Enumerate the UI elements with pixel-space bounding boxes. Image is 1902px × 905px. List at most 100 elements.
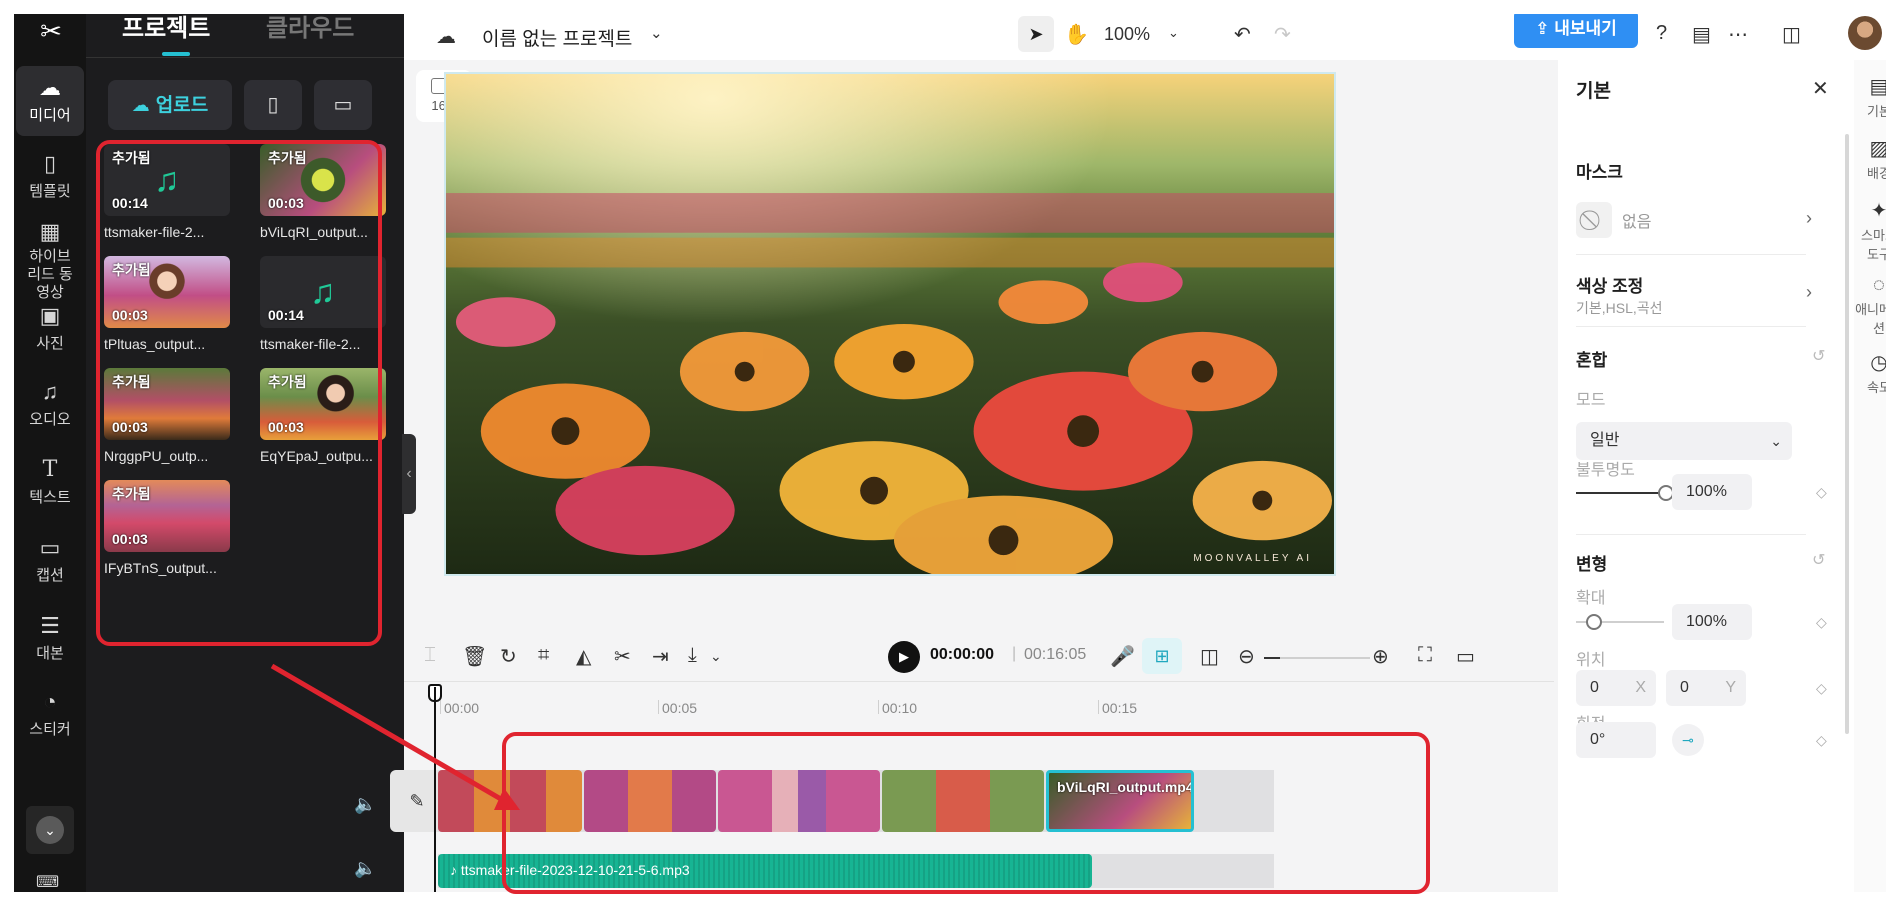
rail-item-photo[interactable]: ▣ 사진 — [16, 294, 84, 364]
rail-more-button[interactable]: ⌄ — [26, 806, 74, 854]
rail-item-caption[interactable]: ▭ 캡션 — [16, 526, 84, 596]
keyframe-icon[interactable]: ◇ — [1816, 484, 1827, 501]
play-button[interactable]: ▶ — [888, 641, 920, 673]
position-x-input[interactable]: 0 X — [1576, 670, 1656, 706]
blend-mode-select[interactable]: 일반 ⌄ — [1576, 422, 1792, 460]
media-item[interactable]: 추가됨 00:03 EqYEpaJ_outpu... — [260, 368, 386, 464]
delete-icon[interactable]: 🗑 — [462, 644, 487, 669]
rtab-background[interactable]: ▨ 배경 — [1854, 136, 1886, 182]
keyframe-icon[interactable]: ◇ — [1816, 732, 1827, 749]
project-title[interactable]: 이름 없는 프로젝트 — [482, 24, 632, 51]
video-preview[interactable]: MOONVALLEY AI — [444, 72, 1336, 576]
download-icon[interactable]: ⤓ — [688, 644, 697, 667]
undo-icon[interactable]: ↶ — [1234, 22, 1251, 47]
added-badge: 추가됨 — [112, 486, 151, 502]
panel-collapse-handle[interactable]: ‹ — [402, 434, 416, 514]
media-item[interactable]: 추가됨 00:03 tPltuas_output... — [104, 256, 230, 352]
capcut-logo-icon: ✂ — [40, 16, 62, 46]
zoom-in-icon[interactable]: ⊕ — [1372, 644, 1389, 669]
rail-item-script[interactable]: ☰ 대본 — [16, 604, 84, 674]
timeline-ruler[interactable]: 00:00 00:05 00:10 00:15 — [404, 682, 1554, 726]
media-item[interactable]: 추가됨 ♫ 00:14 ttsmaker-file-2... — [104, 144, 230, 240]
avatar[interactable] — [1848, 16, 1882, 50]
split-icon[interactable]: ⌶ — [424, 644, 436, 667]
tab-cloud[interactable]: 클라우드 — [266, 14, 354, 43]
rail-item-media[interactable]: ☁ 미디어 — [16, 66, 84, 136]
snap-toggle-icon[interactable]: ⊞ — [1142, 638, 1182, 674]
opacity-slider[interactable] — [1576, 492, 1664, 494]
media-item[interactable]: 추가됨 00:03 NrggpPU_outp... — [104, 368, 230, 464]
caption-icon: ▭ — [39, 535, 61, 560]
scale-value: 100% — [1686, 613, 1727, 630]
rtab-smart-tools[interactable]: ✦ 스마트 도구 — [1854, 198, 1886, 263]
rtab-speed[interactable]: ◷ 속도 — [1854, 350, 1886, 396]
tab-project[interactable]: 프로젝트 — [122, 14, 210, 43]
help-icon[interactable]: ? — [1656, 22, 1667, 45]
loop-icon[interactable]: ↻ — [500, 644, 517, 669]
rail-item-hybrid-video[interactable]: ▦ 하이브리드 동영상 — [16, 210, 84, 302]
rtab-basic[interactable]: ▤ 기본 — [1854, 74, 1886, 120]
video-clip[interactable] — [718, 770, 880, 832]
playhead[interactable] — [434, 687, 436, 892]
microphone-icon[interactable]: 🎤 — [1110, 644, 1135, 669]
hand-tool-icon[interactable]: ✋ — [1064, 22, 1089, 47]
media-item[interactable]: 추가됨 00:03 bViLqRI_output... — [260, 144, 386, 240]
media-name: ttsmaker-file-2... — [260, 336, 361, 352]
media-thumbnail: 추가됨 00:03 — [104, 368, 230, 440]
video-clip-selected[interactable]: bViLqRI_output.mp4 — [1046, 770, 1194, 832]
comment-icon[interactable]: ▭ — [1456, 644, 1475, 669]
scale-input[interactable]: 100% — [1672, 604, 1752, 640]
reset-icon[interactable]: ↺ — [1812, 346, 1825, 366]
trim-icon[interactable]: ⇥ — [652, 644, 669, 669]
audio-track-mute-icon[interactable]: 🔈 — [354, 858, 376, 879]
rail-item-sticker[interactable]: ◔ 스티커 — [16, 680, 84, 750]
reset-icon[interactable]: ↺ — [1812, 550, 1825, 570]
redo-icon[interactable]: ↷ — [1274, 22, 1291, 47]
zoom-out-icon[interactable]: ⊖ — [1238, 644, 1255, 669]
audio-clip[interactable]: ♪ ttsmaker-file-2023-12-10-21-5-6.mp3 — [438, 854, 1092, 888]
fit-icon[interactable]: ⛶ — [1418, 644, 1432, 667]
music-icon: ♫ — [41, 379, 59, 404]
rtab-animation[interactable]: ◌ 애니메이션 — [1854, 274, 1886, 337]
media-item[interactable]: ♫ 00:14 ttsmaker-file-2... — [260, 256, 386, 352]
cloud-sync-icon[interactable]: ☁ — [436, 24, 456, 49]
select-tool-icon[interactable]: ➤ — [1018, 16, 1054, 52]
export-button[interactable]: ⇪ 내보내기 — [1514, 14, 1638, 48]
media-thumbnail: 추가됨 00:03 — [104, 480, 230, 552]
cut-icon[interactable]: ✂ — [614, 644, 631, 669]
phone-upload-button[interactable]: ▯ — [244, 80, 302, 130]
zoom-level[interactable]: 100% — [1104, 24, 1150, 45]
flip-icon[interactable]: ◭ — [576, 644, 591, 669]
keyframe-icon[interactable]: ◇ — [1816, 680, 1827, 697]
rtab-label: 속도 — [1867, 380, 1886, 395]
layout-icon[interactable]: ◫ — [1782, 22, 1801, 47]
rail-item-text[interactable]: T 텍스트 — [16, 448, 84, 518]
timeline-zoom-slider[interactable] — [1264, 657, 1370, 659]
crop-icon[interactable]: ⌗ — [538, 644, 549, 667]
no-mask-icon: ⃠ — [1576, 202, 1612, 238]
record-button[interactable]: ▭ — [314, 80, 372, 130]
keyframe-icon[interactable]: ◇ — [1816, 614, 1827, 631]
video-clip[interactable] — [882, 770, 1044, 832]
rotation-input[interactable]: 0° — [1576, 722, 1656, 758]
storage-icon[interactable]: ▤ — [1692, 22, 1711, 47]
opacity-input[interactable]: 100% — [1672, 474, 1752, 510]
position-y-input[interactable]: 0 Y — [1666, 670, 1746, 706]
close-icon[interactable]: ✕ — [1812, 76, 1829, 101]
chevron-down-icon[interactable]: ⌄ — [710, 648, 722, 665]
scale-slider-knob[interactable] — [1586, 614, 1602, 630]
rotate-knob-icon[interactable]: ⊸ — [1672, 724, 1704, 756]
video-clip[interactable] — [584, 770, 716, 832]
more-icon[interactable]: ⋯ — [1728, 22, 1748, 47]
rail-item-template[interactable]: ▯ 템플릿 — [16, 142, 84, 212]
chevron-down-icon[interactable]: ⌄ — [650, 24, 663, 42]
keyboard-icon[interactable]: ⌨ — [36, 872, 59, 892]
properties-scrollbar[interactable] — [1845, 134, 1849, 734]
video-clip[interactable] — [438, 770, 582, 832]
chevron-down-icon[interactable]: ⌄ — [1168, 25, 1179, 41]
media-item[interactable]: 추가됨 00:03 IFyBTnS_output... — [104, 480, 230, 576]
video-track-mute-icon[interactable]: 🔈 — [354, 794, 376, 815]
split-view-icon[interactable]: ◫ — [1200, 644, 1219, 669]
upload-button[interactable]: ☁ 업로드 — [108, 80, 232, 130]
rail-item-audio[interactable]: ♫ 오디오 — [16, 370, 84, 440]
